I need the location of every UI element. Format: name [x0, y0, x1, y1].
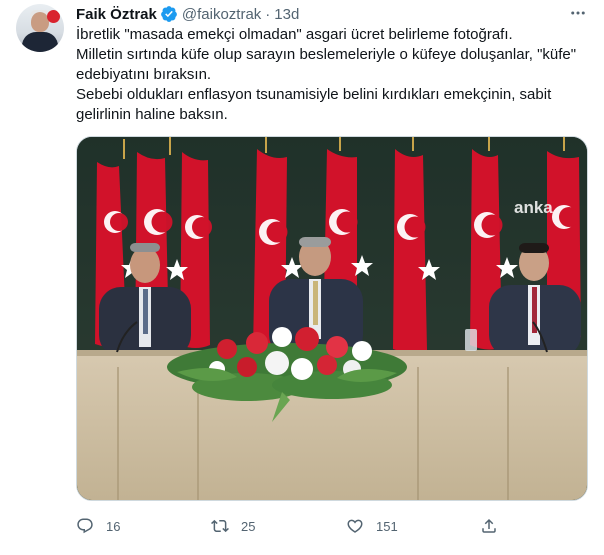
tweet[interactable]: Faik Öztrak @faikoztrak · 13d İbretlik "…: [0, 0, 604, 555]
author-handle[interactable]: @faikoztrak: [182, 6, 261, 23]
separator-dot: ·: [265, 5, 271, 23]
tweet-media-photo[interactable]: anka: [76, 136, 588, 501]
retweet-icon: [211, 519, 229, 533]
avatar[interactable]: [16, 4, 64, 52]
reply-count: 16: [106, 518, 121, 534]
tweet-text-line: edebiyatını bıraksın.: [76, 66, 212, 83]
timestamp[interactable]: 13d: [274, 6, 299, 23]
author-name[interactable]: Faik Öztrak: [76, 6, 157, 23]
like-button[interactable]: 151: [346, 514, 398, 538]
tweet-text-line: İbretlik "masada emekçi olmadan" asgari …: [76, 26, 513, 43]
like-icon: [347, 519, 363, 533]
retweet-count: 25: [241, 518, 256, 534]
tweet-text-line: gelirlinin haline baksın.: [76, 106, 228, 123]
tweet-actions: 16 25 151: [76, 514, 586, 538]
verified-badge-icon: [160, 6, 177, 22]
tweet-text-line: Sebebi oldukları enflasyon tsunamisiyle …: [76, 86, 552, 103]
share-icon: [482, 518, 496, 533]
tweet-header: Faik Öztrak @faikoztrak · 13d: [76, 4, 299, 24]
party-logo-icon: [47, 10, 60, 23]
watermark: anka: [514, 198, 553, 217]
reply-button[interactable]: 16: [76, 514, 120, 538]
tweet-text-line: Milletin sırtında küfe olup sarayın besl…: [76, 46, 577, 63]
share-button[interactable]: [480, 514, 510, 538]
tweet-text: İbretlik "masada emekçi olmadan" asgari …: [76, 25, 591, 125]
more-icon[interactable]: [568, 4, 588, 24]
press-conference-photo: anka: [77, 137, 587, 500]
reply-icon: [77, 518, 93, 534]
like-count: 151: [376, 518, 398, 534]
retweet-button[interactable]: 25: [211, 514, 255, 538]
